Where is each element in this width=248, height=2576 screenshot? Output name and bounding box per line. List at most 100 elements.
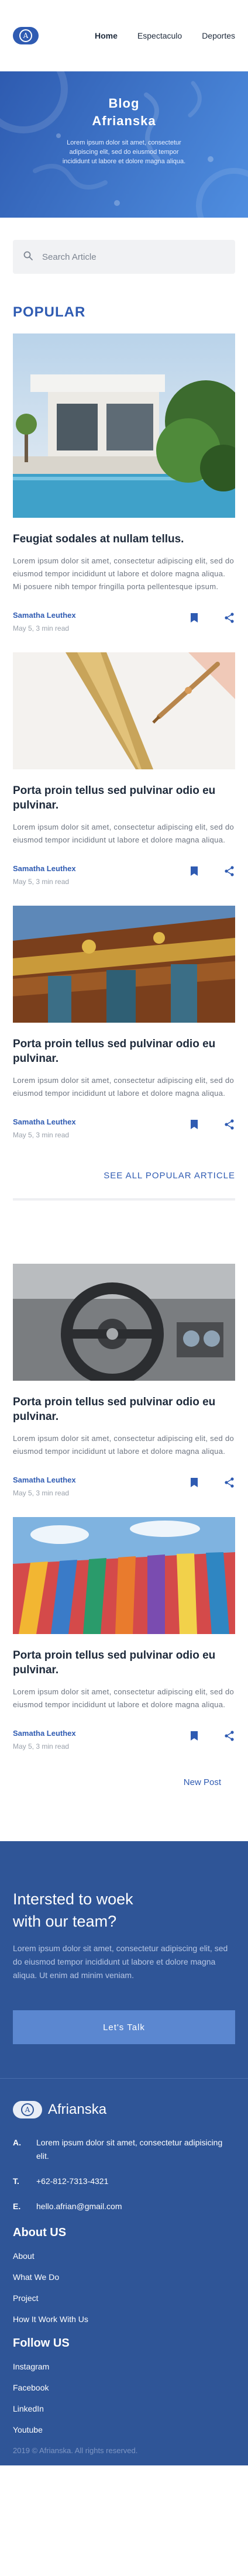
- contact-email: E. hello.afrian@gmail.com: [13, 2200, 235, 2213]
- article-actions: [188, 1477, 235, 1488]
- cta-title: Intersted to woek with our team?: [13, 1888, 235, 1932]
- footer-logo-badge: A: [13, 2101, 42, 2118]
- footer-link-project[interactable]: Project: [13, 2293, 235, 2303]
- article-title[interactable]: Porta proin tellus sed pulvinar odio eu …: [13, 1037, 235, 1066]
- footer-logo[interactable]: A Afrianska: [13, 2101, 235, 2118]
- footer-link-linkedin[interactable]: LinkedIn: [13, 2404, 235, 2413]
- lets-talk-button[interactable]: Let's Talk: [13, 2010, 235, 2044]
- logo[interactable]: A: [13, 27, 39, 44]
- new-post-link[interactable]: New Post: [27, 1777, 221, 1787]
- article-title[interactable]: Porta proin tellus sed pulvinar odio eu …: [13, 1395, 235, 1424]
- contact-value: Lorem ipsum dolor sit amet, consectetur …: [36, 2138, 223, 2161]
- nav-link-deportes[interactable]: Deportes: [202, 31, 235, 40]
- article-author[interactable]: Samatha Leuthex: [13, 1476, 76, 1484]
- article-excerpt: Lorem ipsum dolor sit amet, consectetur …: [13, 1434, 235, 1456]
- footer-link-facebook[interactable]: Facebook: [13, 2383, 235, 2392]
- about-links: About What We Do Project How It Work Wit…: [13, 2251, 235, 2324]
- contact-phone: T. +62-812-7313-4321: [13, 2175, 235, 2188]
- share-icon[interactable]: [223, 612, 235, 624]
- share-icon[interactable]: [223, 1730, 235, 1742]
- hero-title: Blog Afrianska: [0, 95, 248, 130]
- footer: A Afrianska A. Lorem ipsum dolor sit ame…: [0, 2078, 248, 2465]
- article-title[interactable]: Porta proin tellus sed pulvinar odio eu …: [13, 1648, 235, 1677]
- cta-title-line1: Intersted to woek: [13, 1890, 133, 1908]
- bookmark-icon[interactable]: [188, 612, 200, 624]
- article-card[interactable]: Porta proin tellus sed pulvinar odio eu …: [13, 906, 235, 1139]
- article-author[interactable]: Samatha Leuthex: [13, 864, 76, 873]
- contact-address: A. Lorem ipsum dolor sit amet, consectet…: [13, 2136, 235, 2163]
- search-input[interactable]: [42, 252, 225, 262]
- cta-title-line2: with our team?: [13, 1913, 117, 1930]
- top-nav: A Home Espectaculo Deportes: [0, 0, 248, 71]
- article-author[interactable]: Samatha Leuthex: [13, 1117, 76, 1126]
- cta-text: Lorem ipsum dolor sit amet, consectetur …: [13, 1944, 228, 1980]
- article-image-modern-house[interactable]: [13, 333, 235, 518]
- article-title[interactable]: Feugiat sodales at nullam tellus.: [13, 532, 235, 546]
- footer-brand-name: Afrianska: [48, 2102, 107, 2117]
- contact-value[interactable]: +62-812-7313-4321: [36, 2175, 108, 2188]
- article-actions: [188, 1730, 235, 1742]
- bookmark-icon[interactable]: [188, 1119, 200, 1130]
- article-meta: Samatha Leuthex May 5, 3 min read: [13, 864, 235, 886]
- article-image-colorful-wall[interactable]: [13, 1517, 235, 1634]
- follow-heading: Follow US: [13, 2337, 70, 2350]
- article-date: May 5, 3 min read: [13, 878, 70, 886]
- article-excerpt: Lorem ipsum dolor sit amet, consectetur …: [13, 1076, 235, 1098]
- footer-logo-glyph: A: [21, 2103, 34, 2116]
- see-all-popular-link[interactable]: SEE ALL POPULAR ARTICLE: [13, 1171, 235, 1181]
- footer-link-what-we-do[interactable]: What We Do: [13, 2272, 235, 2282]
- search-bar: [13, 240, 235, 274]
- article-excerpt: Lorem ipsum dolor sit amet, consectetur …: [13, 1687, 235, 1709]
- article-actions: [188, 612, 235, 624]
- follow-links: Instagram Facebook LinkedIn Youtube: [13, 2362, 235, 2434]
- article-card[interactable]: Porta proin tellus sed pulvinar odio eu …: [13, 1264, 235, 1497]
- footer-link-instagram[interactable]: Instagram: [13, 2362, 235, 2371]
- article-title[interactable]: Porta proin tellus sed pulvinar odio eu …: [13, 783, 235, 813]
- nav-link-espectaculo[interactable]: Espectaculo: [137, 31, 182, 40]
- article-meta: Samatha Leuthex May 5, 3 min read: [13, 1729, 235, 1750]
- cta-section: Intersted to woek with our team? Lorem i…: [0, 1841, 248, 2078]
- hero-subtitle: Lorem ipsum dolor sit amet, consectetur …: [62, 139, 186, 165]
- about-heading: About US: [13, 2226, 67, 2239]
- article-author[interactable]: Samatha Leuthex: [13, 1729, 76, 1738]
- nav-links: Home Espectaculo Deportes: [95, 31, 235, 40]
- nav-link-home[interactable]: Home: [95, 31, 118, 40]
- bookmark-icon[interactable]: [188, 1730, 200, 1742]
- footer-link-youtube[interactable]: Youtube: [13, 2425, 235, 2434]
- share-icon[interactable]: [223, 1477, 235, 1488]
- article-date: May 5, 3 min read: [13, 1742, 70, 1750]
- article-date: May 5, 3 min read: [13, 1131, 70, 1139]
- contact-value[interactable]: hello.afrian@gmail.com: [36, 2200, 122, 2213]
- hero-title-line2: Afrianska: [92, 114, 156, 128]
- popular-heading: POPULAR: [13, 304, 86, 320]
- article-card[interactable]: Porta proin tellus sed pulvinar odio eu …: [13, 1517, 235, 1750]
- article-meta: Samatha Leuthex May 5, 3 min read: [13, 1117, 235, 1139]
- article-excerpt: Lorem ipsum dolor sit amet, consectetur …: [13, 556, 235, 591]
- share-icon[interactable]: [223, 1119, 235, 1130]
- article-image-temple-roof[interactable]: [13, 906, 235, 1023]
- article-image-golden-pen[interactable]: [13, 652, 235, 769]
- article-image-car-interior[interactable]: [13, 1264, 235, 1381]
- contact-key: A.: [13, 2138, 21, 2147]
- logo-glyph: A: [19, 29, 32, 42]
- article-meta: Samatha Leuthex May 5, 3 min read: [13, 1476, 235, 1497]
- hero-title-line1: Blog: [108, 96, 140, 111]
- bookmark-icon[interactable]: [188, 865, 200, 877]
- copyright: 2019 © Afrianska. All rights reserved.: [13, 2446, 138, 2455]
- article-actions: [188, 1119, 235, 1130]
- contact-key: E.: [13, 2202, 21, 2211]
- article-excerpt: Lorem ipsum dolor sit amet, consectetur …: [13, 823, 235, 844]
- search-icon: [23, 251, 33, 263]
- bookmark-icon[interactable]: [188, 1477, 200, 1488]
- footer-link-about[interactable]: About: [13, 2251, 235, 2261]
- share-icon[interactable]: [223, 865, 235, 877]
- article-card[interactable]: Feugiat sodales at nullam tellus. Lorem …: [13, 333, 235, 632]
- article-date: May 5, 3 min read: [13, 1489, 70, 1497]
- article-meta: Samatha Leuthex May 5, 3 min read: [13, 611, 235, 632]
- article-card[interactable]: Porta proin tellus sed pulvinar odio eu …: [13, 652, 235, 886]
- footer-link-how-it-work[interactable]: How It Work With Us: [13, 2314, 235, 2324]
- footer-contact: A. Lorem ipsum dolor sit amet, consectet…: [13, 2136, 235, 2213]
- article-author[interactable]: Samatha Leuthex: [13, 611, 76, 620]
- hero-banner: Blog Afrianska Lorem ipsum dolor sit ame…: [0, 71, 248, 218]
